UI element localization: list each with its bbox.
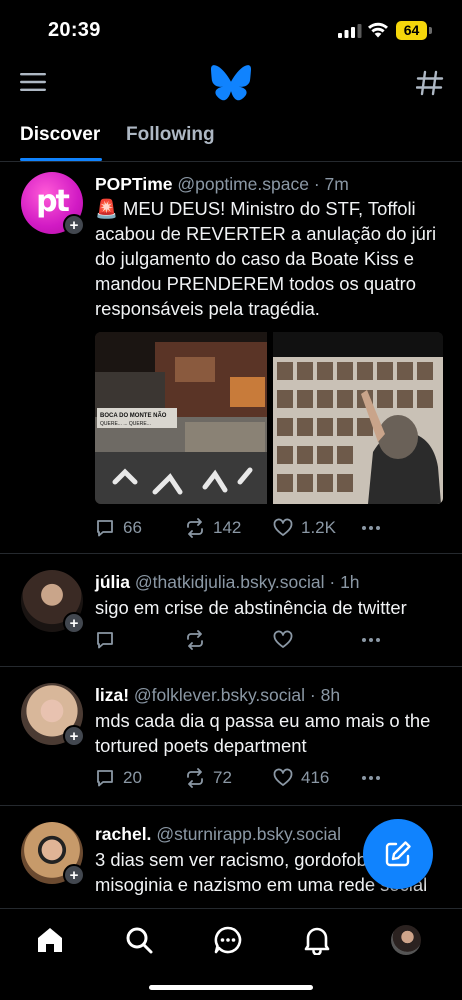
follow-plus-icon[interactable]: + <box>63 214 85 236</box>
post-image-nightclub[interactable]: BOCA DO MONTE NÃO QUERE... ... QUERE... <box>95 332 267 504</box>
status-bar: 20:39 64 <box>0 0 462 58</box>
repost-count: 142 <box>213 518 242 537</box>
follow-plus-icon[interactable]: + <box>63 612 85 634</box>
post-time: · 7m <box>313 174 349 194</box>
more-button[interactable] <box>361 516 381 540</box>
home-icon <box>38 928 62 952</box>
hash-icon[interactable] <box>416 70 444 96</box>
search-icon <box>126 927 153 954</box>
post-image-memorial-wall[interactable] <box>273 332 443 504</box>
post-header: POPTime @poptime.space · 7m <box>95 174 349 195</box>
repost-icon <box>187 630 203 650</box>
follow-plus-icon[interactable]: + <box>63 864 85 886</box>
post-time: · 8h <box>309 685 341 705</box>
reply-button[interactable]: 66 <box>95 516 142 540</box>
post-time: · 1h <box>329 572 360 592</box>
menu-icon[interactable] <box>20 70 46 94</box>
author-handle[interactable]: @folklever.bsky.social <box>134 685 305 705</box>
post-text: mds cada dia q passa eu amo mais o the t… <box>95 710 431 756</box>
more-dots-icon <box>362 776 380 780</box>
reply-button[interactable]: 20 <box>95 766 142 790</box>
post[interactable]: pt + POPTime @poptime.space · 7m 🚨 MEU D… <box>0 162 462 554</box>
repost-count: 72 <box>213 768 232 787</box>
author-name[interactable]: POPTime <box>95 174 173 194</box>
repost-button[interactable] <box>185 628 213 652</box>
avatar[interactable]: + <box>21 570 85 634</box>
author-name[interactable]: rachel. <box>95 824 151 844</box>
author-name[interactable]: júlia <box>95 572 130 592</box>
wifi-icon <box>368 22 388 38</box>
more-button[interactable] <box>361 766 381 790</box>
heart-icon <box>273 630 293 648</box>
more-dots-icon <box>362 526 380 530</box>
avatar[interactable]: + <box>21 683 85 747</box>
post-images: BOCA DO MONTE NÃO QUERE... ... QUERE... <box>95 332 443 504</box>
nav-notifications[interactable] <box>300 923 334 957</box>
like-button[interactable] <box>273 628 301 652</box>
tab-discover[interactable]: Discover <box>20 124 100 146</box>
reply-icon <box>97 520 113 537</box>
post-header: júlia @thatkidjulia.bsky.social · 1h <box>95 572 360 593</box>
like-count: 1.2K <box>301 518 336 537</box>
svg-text:BOCA DO MONTE NÃO: BOCA DO MONTE NÃO <box>100 412 167 419</box>
reply-count: 66 <box>123 518 142 537</box>
tab-following[interactable]: Following <box>126 124 215 146</box>
like-button[interactable]: 1.2K <box>273 516 336 540</box>
nav-search[interactable] <box>122 923 156 957</box>
avatar[interactable]: pt + <box>21 172 85 236</box>
more-dots-icon <box>362 638 380 642</box>
like-button[interactable]: 416 <box>273 766 329 790</box>
battery-tip <box>429 27 432 34</box>
battery-level: 64 <box>396 21 427 40</box>
follow-plus-icon[interactable]: + <box>63 725 85 747</box>
chat-icon <box>214 926 242 954</box>
nav-chat[interactable] <box>211 923 245 957</box>
compose-button[interactable] <box>363 819 433 889</box>
status-time: 20:39 <box>48 19 101 41</box>
post-actions <box>95 628 440 652</box>
post-header: rachel. @sturnirapp.bsky.social <box>95 824 341 845</box>
post-actions: 20 72 416 <box>95 766 440 790</box>
compose-icon <box>385 841 411 867</box>
repost-icon <box>187 518 203 538</box>
repost-button[interactable]: 142 <box>185 516 241 540</box>
active-tab-indicator <box>20 158 102 161</box>
svg-text:QUERE... ... QUERE...: QUERE... ... QUERE... <box>100 421 151 427</box>
repost-icon <box>187 768 203 788</box>
post-actions: 66 142 1.2K <box>95 516 440 540</box>
post[interactable]: + júlia @thatkidjulia.bsky.social · 1h s… <box>0 554 462 667</box>
home-indicator <box>149 985 313 990</box>
author-handle[interactable]: @poptime.space <box>177 174 309 194</box>
author-handle[interactable]: @thatkidjulia.bsky.social <box>135 572 325 592</box>
like-count: 416 <box>301 768 330 787</box>
cellular-signal-icon <box>338 24 362 38</box>
post-text: 🚨 MEU DEUS! Ministro do STF, Toffoli aca… <box>95 198 437 319</box>
author-handle[interactable]: @sturnirapp.bsky.social <box>156 824 341 844</box>
reply-icon <box>97 632 113 649</box>
reply-icon <box>97 770 113 787</box>
post-header: liza! @folklever.bsky.social · 8h <box>95 685 340 706</box>
bell-icon <box>304 927 330 955</box>
top-bar <box>0 58 462 110</box>
heart-icon <box>273 518 293 536</box>
nav-profile[interactable] <box>389 923 423 957</box>
heart-icon <box>273 768 293 786</box>
battery-indicator: 64 <box>396 21 432 40</box>
nav-home[interactable] <box>33 923 67 957</box>
reply-button[interactable] <box>95 628 123 652</box>
butterfly-logo-icon[interactable] <box>211 65 251 101</box>
reply-count: 20 <box>123 768 142 787</box>
author-name[interactable]: liza! <box>95 685 129 705</box>
repost-button[interactable]: 72 <box>185 766 232 790</box>
profile-avatar <box>391 925 421 955</box>
post[interactable]: + liza! @folklever.bsky.social · 8h mds … <box>0 667 462 806</box>
feed-tabs: Discover Following <box>0 110 462 162</box>
avatar[interactable]: + <box>21 822 85 886</box>
post-text: sigo em crise de abstinência de twitter <box>95 597 407 618</box>
more-button[interactable] <box>361 628 381 652</box>
